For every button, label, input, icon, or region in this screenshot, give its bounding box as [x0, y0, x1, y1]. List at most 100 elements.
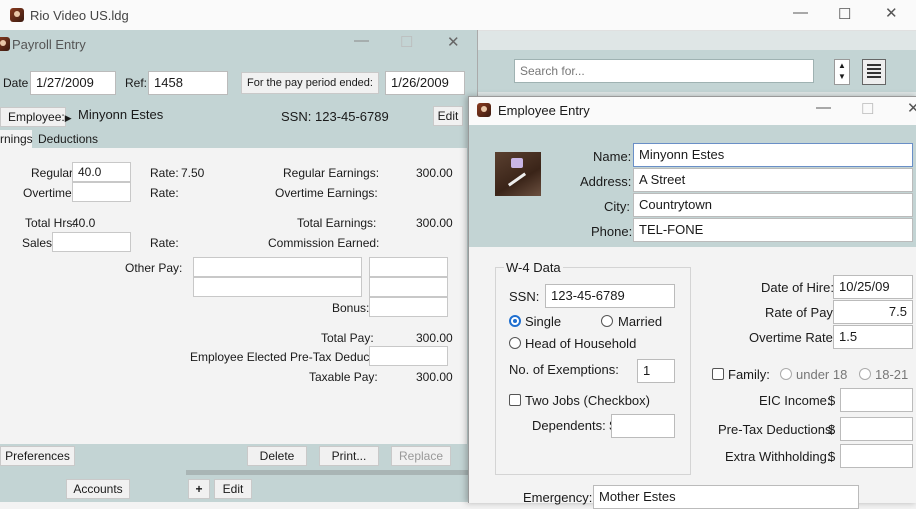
overtime-rate-label: Rate:: [150, 186, 179, 200]
total-pay-label: Total Pay:: [321, 331, 374, 345]
employee-photo[interactable]: [495, 152, 541, 196]
overtime-rate-field[interactable]: 1.5: [833, 325, 913, 349]
overtime-hours-field[interactable]: [72, 182, 131, 202]
payroll-window: Payroll Entry — ☐ ✕ Date 1/27/2009 Ref: …: [0, 30, 478, 470]
married-radio[interactable]: [601, 315, 613, 327]
exemptions-field[interactable]: 1: [637, 359, 675, 383]
pretax-field[interactable]: [369, 346, 448, 366]
w4-ssn-label: SSN:: [509, 289, 540, 304]
delete-button[interactable]: Delete: [247, 446, 307, 466]
minimize-icon[interactable]: —: [793, 4, 808, 21]
tab-earnings[interactable]: rnings: [0, 130, 33, 148]
eic-dollar: $: [828, 393, 836, 408]
print-button[interactable]: Print...: [319, 446, 379, 466]
other-pay-description-2[interactable]: [193, 277, 362, 297]
extra-withholding-label: Extra Withholding:: [725, 449, 831, 464]
name-field[interactable]: Minyonn Estes: [633, 143, 913, 167]
under-18-label: under 18: [796, 367, 848, 382]
other-pay-description-1[interactable]: [193, 257, 362, 277]
employee-titlebar: Employee Entry — ☐ ✕: [469, 97, 916, 125]
bonus-field[interactable]: [369, 297, 448, 317]
w4-ssn-field[interactable]: 123-45-6789: [545, 284, 675, 308]
date-field[interactable]: 1/27/2009: [30, 71, 116, 95]
single-radio[interactable]: [509, 315, 521, 327]
total-hrs-value: 40.0: [72, 216, 96, 230]
employee-name: Minyonn Estes: [78, 107, 164, 122]
ref-field[interactable]: 1458: [148, 71, 228, 95]
contact-panel: Name: Minyonn Estes Address: A Street Ci…: [469, 125, 916, 247]
payroll-close-icon[interactable]: ✕: [447, 33, 460, 51]
replace-button: Replace: [391, 446, 451, 466]
other-pay-amount-1[interactable]: [369, 257, 448, 277]
tab-deductions[interactable]: Deductions: [34, 130, 99, 148]
main-edit-button[interactable]: Edit: [214, 479, 252, 499]
preferences-button[interactable]: Preferences: [0, 446, 75, 466]
head-of-household-label: Head of Household: [525, 336, 637, 351]
commission-label: Commission Earned:: [268, 236, 380, 250]
regular-label: Regular:: [31, 166, 77, 180]
total-earnings-value: 300.00: [416, 216, 453, 230]
menu-list-icon[interactable]: [862, 59, 886, 85]
under-18-radio: [780, 368, 792, 380]
add-button[interactable]: +: [188, 479, 210, 499]
pay-period-label: For the pay period ended:: [241, 72, 379, 94]
address-field[interactable]: A Street: [633, 168, 913, 192]
pretax-deductions-field[interactable]: [840, 417, 913, 441]
family-label: Family:: [728, 367, 770, 382]
dependents-label: Dependents: $: [532, 418, 617, 433]
address-label: Address:: [580, 174, 632, 189]
employee-title: Employee Entry: [498, 103, 590, 118]
other-pay-amount-2[interactable]: [369, 277, 448, 297]
eic-label: EIC Income:: [759, 393, 831, 408]
pretax-dollar: $: [828, 422, 836, 437]
rate-of-pay-label: Rate of Pay:: [765, 305, 837, 320]
scroll-track[interactable]: [186, 470, 470, 475]
regular-earnings-label: Regular Earnings:: [283, 166, 380, 180]
pay-period-field[interactable]: 1/26/2009: [385, 71, 465, 95]
payroll-edit-button[interactable]: Edit: [433, 106, 463, 126]
exemptions-label: No. of Exemptions:: [509, 362, 619, 377]
family-checkbox[interactable]: [712, 368, 724, 380]
sales-field[interactable]: [52, 232, 131, 252]
employee-close-icon[interactable]: ✕: [907, 99, 916, 117]
single-label: Single: [525, 314, 562, 329]
hire-date-label: Date of Hire:: [761, 280, 834, 295]
head-of-household-radio[interactable]: [509, 337, 521, 349]
dependents-field[interactable]: [611, 414, 675, 438]
eic-field[interactable]: [840, 388, 913, 412]
search-stepper[interactable]: ▲ ▼: [834, 59, 850, 85]
other-pay-label: Other Pay:: [125, 261, 183, 275]
search-placeholder: Search for...: [520, 64, 585, 78]
hire-date-field[interactable]: 10/25/09: [833, 275, 913, 299]
payroll-minimize-icon[interactable]: —: [354, 32, 369, 49]
sales-label: Sales:: [22, 236, 56, 250]
employee-icon: [477, 103, 491, 117]
search-input[interactable]: Search for...: [514, 59, 814, 83]
emergency-field[interactable]: Mother Estes: [593, 485, 859, 509]
maximize-icon[interactable]: ☐: [838, 5, 851, 23]
main-titlebar: Rio Video US.ldg — ☐ ✕: [0, 0, 916, 31]
regular-hours-field[interactable]: 40.0: [72, 162, 131, 182]
accounts-button[interactable]: Accounts: [66, 479, 130, 499]
overtime-label: Overtime:: [23, 186, 76, 200]
taxable-pay-label: Taxable Pay:: [309, 370, 378, 384]
tab-deductions-label: Deductions: [38, 132, 99, 146]
caret-right-icon: ▶: [64, 113, 72, 123]
pretax-label: Employee Elected Pre-Tax Deductions:: [190, 350, 399, 364]
employee-button[interactable]: Employee:▶: [0, 107, 72, 127]
rate-of-pay-value: 7.5: [888, 304, 907, 319]
overtime-earnings-label: Overtime Earnings:: [275, 186, 378, 200]
total-pay-value: 300.00: [416, 331, 453, 345]
tab-earnings-label: rnings: [0, 132, 33, 146]
overtime-rate-label: Overtime Rate:: [749, 330, 837, 345]
rate-of-pay-field[interactable]: 7.5: [833, 300, 913, 324]
city-field[interactable]: Countrytown: [633, 193, 913, 217]
phone-field[interactable]: TEL-FONE: [633, 218, 913, 242]
two-jobs-checkbox[interactable]: [509, 394, 521, 406]
regular-earnings-value: 300.00: [416, 166, 453, 180]
extra-withholding-field[interactable]: [840, 444, 913, 468]
close-icon[interactable]: ✕: [885, 4, 898, 22]
age-18-21-radio: [859, 368, 871, 380]
employee-minimize-icon[interactable]: —: [816, 99, 831, 116]
total-hrs-label: Total Hrs:: [25, 216, 76, 230]
